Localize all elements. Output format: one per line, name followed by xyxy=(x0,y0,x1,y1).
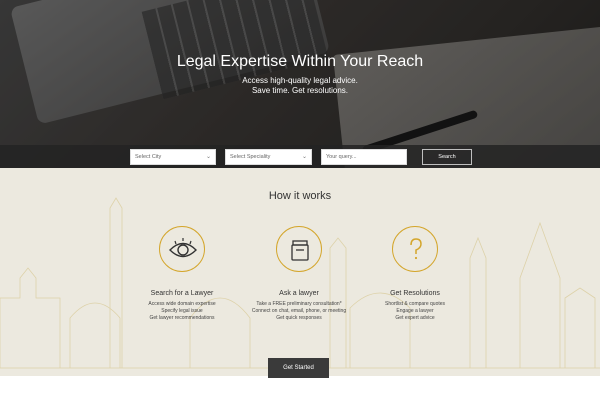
hero-title: Legal Expertise Within Your Reach xyxy=(176,53,424,70)
hero-subtitle-2: Save time. Get resolutions. xyxy=(251,86,349,95)
search-button[interactable]: Search xyxy=(422,149,472,165)
question-icon xyxy=(392,226,438,272)
hero-subtitle-1: Access high-quality legal advice. xyxy=(242,76,358,85)
step-title: Get Resolutions xyxy=(390,290,440,297)
footer-strip xyxy=(0,376,600,400)
query-input[interactable]: Your query... xyxy=(321,149,407,165)
city-select-label: Select City xyxy=(135,154,162,160)
chevron-down-icon: ⌄ xyxy=(301,154,307,160)
chevron-down-icon: ⌄ xyxy=(205,154,211,160)
step-line: Shortlist & compare quotes xyxy=(384,301,446,307)
speciality-select[interactable]: Select Speciality ⌄ xyxy=(225,149,312,165)
step-line: Engage a lawyer xyxy=(396,308,434,314)
query-input-placeholder: Your query... xyxy=(326,154,357,160)
step-line: Get expert advice xyxy=(395,315,435,321)
step-resolve: Get Resolutions Shortlist & compare quot… xyxy=(340,226,490,322)
city-select[interactable]: Select City ⌄ xyxy=(130,149,216,165)
get-started-button[interactable]: Get Started xyxy=(268,358,329,378)
section-title: How it works xyxy=(268,190,332,202)
jar-icon xyxy=(276,226,322,272)
speciality-select-label: Select Speciality xyxy=(230,154,271,160)
eye-icon xyxy=(159,226,205,272)
